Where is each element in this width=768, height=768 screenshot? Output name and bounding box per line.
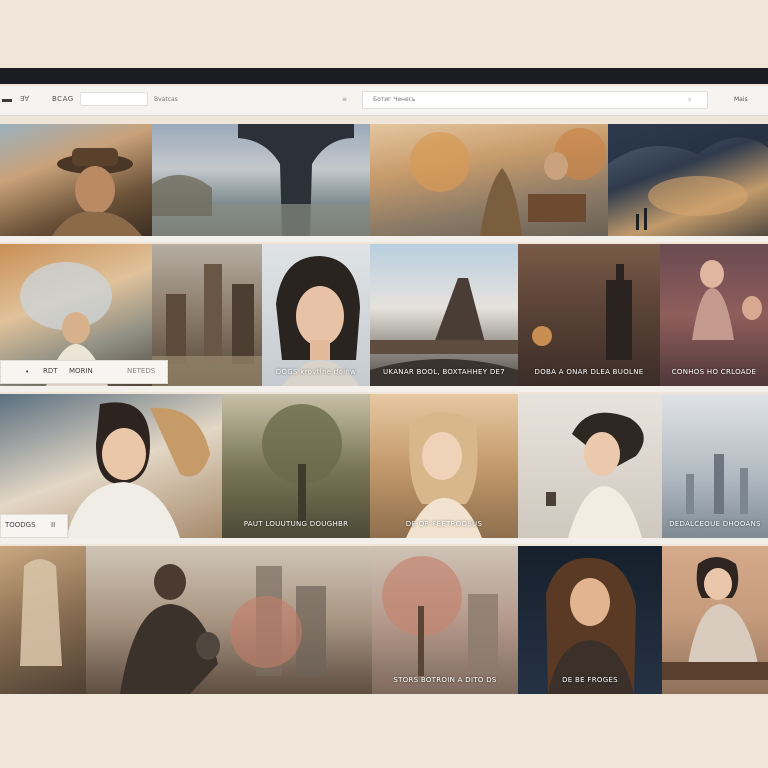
gallery-tile[interactable] [608,124,768,236]
artwork-thumbnail [152,124,370,236]
tile-caption: DE BE FROGES [562,676,618,684]
gallery-row: STORS BOTROIN A DITO DS DE BE FROGES [0,546,768,694]
toolbar-item[interactable]: Mais [734,96,748,103]
overlay-label[interactable]: II [51,521,55,529]
overlay-label[interactable]: MORIN [69,367,93,375]
gallery-tile[interactable]: STORS BOTROIN A DITO DS [372,546,518,694]
row-divider [0,538,768,544]
gallery-tile[interactable]: DE BE FROGES [518,546,662,694]
tile-caption: CONHOS HO CRLOADE [671,368,757,376]
artwork-thumbnail [406,412,482,538]
overlay-label[interactable]: NETEDS [127,367,155,375]
overlay-label[interactable]: RDT [43,367,58,375]
gallery-row [0,124,768,236]
gallery-tile[interactable]: CONHOS HO CRLOADE [660,244,768,386]
tile-caption: DOBA A ONAR DLEA BUOLNE [534,368,644,376]
artwork-thumbnail [546,557,636,694]
row-divider [0,236,768,242]
tile-caption: DOGS krovtine doinw [275,368,357,376]
overlay-label[interactable]: TOODGS [5,521,36,529]
menu-icon[interactable] [2,99,12,102]
artwork-thumbnail [692,260,762,340]
artwork-thumbnail [662,557,768,680]
artwork-thumbnail [546,412,644,538]
gallery-tile[interactable] [370,124,608,236]
tile-caption: PAUT LOUUTUNG DOUGHBR [243,520,349,528]
gallery-tile[interactable]: DOBA A ONAR DLEA BUOLNE [518,244,660,386]
gallery-tile[interactable]: DEDALCEOUE DHOOANS [662,394,768,538]
tile-caption: UKANAR BOOL, BOXTAHHEY DE7 [383,368,505,376]
artwork-thumbnail [370,278,518,386]
gallery-tile[interactable] [0,546,86,694]
gallery-row: PAUT LOUUTUNG DOUGHBR DE OR FEETROOSUS D… [0,394,768,538]
toolbar: Ǝ∀ BCAG Bvatcas ≡ Ботиг Ченесь ⌕ Mais [0,86,768,116]
artwork-thumbnail [686,454,748,514]
gallery-tile[interactable] [152,124,370,236]
artwork-thumbnail [52,148,142,236]
gallery-tile[interactable] [152,244,262,386]
gallery-tile[interactable] [518,394,662,538]
tile-caption: STORS BOTROIN A DITO DS [393,676,497,684]
artwork-thumbnail [382,556,498,676]
floating-toolbar[interactable]: TOODGS II [0,514,68,538]
gallery-tile[interactable]: DE OR FEETROOSUS [370,394,518,538]
toolbar-item[interactable]: Ǝ∀ [20,95,29,103]
search-input[interactable]: Ботиг Ченесь [362,91,708,109]
artwork-thumbnail [608,124,768,230]
artwork-thumbnail [262,404,342,524]
artwork-thumbnail [276,256,360,386]
gallery-app: Ǝ∀ BCAG Bvatcas ≡ Ботиг Ченесь ⌕ Mais DO… [0,0,768,768]
gallery-tile[interactable]: DOGS krovtine doinw [262,244,370,386]
gallery-tile[interactable] [0,124,152,236]
artwork-thumbnail [410,128,606,236]
filter-field[interactable] [80,92,148,106]
floating-toolbar[interactable]: • RDT MORIN NETEDS [0,360,168,384]
toolbar-brand[interactable]: BCAG [52,95,74,103]
window-titlebar [0,68,768,84]
gallery-tile[interactable] [662,546,768,694]
search-value: Ботиг Ченесь [373,96,416,103]
artwork-thumbnail [20,559,62,666]
gallery-tile[interactable] [86,546,372,694]
toolbar-item[interactable]: Bvatcas [154,96,178,103]
search-icon[interactable]: ⌕ [688,96,691,104]
tile-caption: DEDALCEOUE DHOOANS [669,520,761,528]
tile-caption: DE OR FEETROOSUS [405,520,483,528]
artwork-thumbnail [120,564,326,694]
list-icon[interactable]: ≡ [342,96,347,103]
row-divider [0,386,768,392]
toolbar-icon[interactable]: • [25,368,29,376]
gallery-tile[interactable]: PAUT LOUUTUNG DOUGHBR [222,394,370,538]
artwork-thumbnail [532,264,632,360]
gallery-tile[interactable]: UKANAR BOOL, BOXTAHHEY DE7 [370,244,518,386]
artwork-thumbnail [152,264,262,386]
